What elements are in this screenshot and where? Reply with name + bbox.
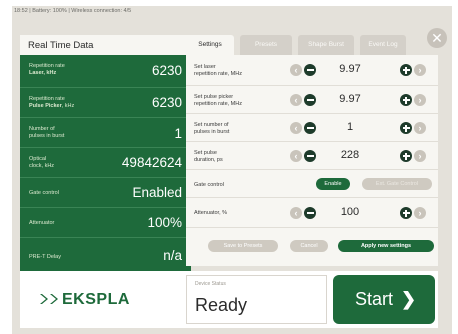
real-time-data-header: Real Time Data bbox=[20, 35, 191, 55]
row-value: 49842624 bbox=[121, 155, 182, 170]
tab-presets[interactable]: Presets bbox=[240, 35, 292, 55]
decrease-button[interactable] bbox=[304, 150, 316, 162]
start-button[interactable]: Start ❯ bbox=[333, 275, 435, 324]
step-forward-icon[interactable]: › bbox=[414, 94, 426, 106]
step-back-icon[interactable]: ‹ bbox=[290, 94, 302, 106]
row-value: 6230 bbox=[151, 63, 182, 78]
increase-button[interactable] bbox=[400, 207, 412, 219]
data-row-pulses-in-burst: Number of pulses in burst 1 bbox=[20, 117, 191, 148]
settings-actions: Save to Presets Cancel Apply new setting… bbox=[186, 227, 438, 267]
start-label: Start bbox=[355, 289, 394, 309]
cancel-button[interactable]: Cancel bbox=[290, 240, 328, 252]
row-value: 100% bbox=[147, 215, 182, 230]
row-value: 6230 bbox=[151, 95, 182, 110]
data-row-optical-clock: Optical clock, kHz 49842624 bbox=[20, 147, 191, 178]
setting-row-attenuator: Attenuator, % ‹ 100 › bbox=[186, 197, 438, 228]
chevron-right-icon: ❯ bbox=[401, 289, 417, 309]
row-label: PRE-T Delay bbox=[29, 254, 61, 260]
device-status-value: Ready bbox=[195, 295, 248, 315]
step-back-icon[interactable]: ‹ bbox=[290, 150, 302, 162]
data-row-gate-control: Gate control Enabled bbox=[20, 177, 191, 208]
setting-value[interactable]: 1 bbox=[330, 121, 370, 133]
real-time-data-panel: Real Time Data Repetition rate Laser, kHz… bbox=[20, 35, 191, 277]
bottom-bar: EKSPLA Device Status Ready Start ❯ bbox=[20, 271, 438, 328]
logo-text: EKSPLA bbox=[62, 291, 130, 308]
step-forward-icon[interactable]: › bbox=[414, 150, 426, 162]
data-row-attenuator: Attenuator 100% bbox=[20, 207, 191, 238]
ext-gate-control-button[interactable]: Ext. Gate Control bbox=[362, 178, 432, 190]
setting-row-pulse-picker-rate: Set pulse picker repetition rate, MHz ‹ 9… bbox=[186, 85, 438, 114]
row-label: Attenuator bbox=[29, 220, 55, 226]
row-label: Number of pulses in burst bbox=[29, 126, 65, 139]
save-to-presets-button[interactable]: Save to Presets bbox=[208, 240, 278, 252]
close-icon[interactable]: ✕ bbox=[427, 28, 447, 48]
setting-label: Attenuator, % bbox=[194, 210, 228, 216]
row-value: n/a bbox=[163, 248, 182, 263]
setting-row-pulses-in-burst: Set number of pulses in burst ‹ 1 › bbox=[186, 113, 438, 142]
step-back-icon[interactable]: ‹ bbox=[290, 207, 302, 219]
logo-mark-icon bbox=[40, 294, 58, 304]
setting-row-gate-control: Gate control Enable Ext. Gate Control bbox=[186, 169, 438, 198]
decrease-button[interactable] bbox=[304, 122, 316, 134]
decrease-button[interactable] bbox=[304, 94, 316, 106]
row-label: Gate control bbox=[29, 190, 59, 196]
row-label: Optical clock, kHz bbox=[29, 156, 55, 169]
step-forward-icon[interactable]: › bbox=[414, 207, 426, 219]
setting-value[interactable]: 9.97 bbox=[330, 63, 370, 75]
setting-label: Set pulse picker repetition rate, MHz bbox=[194, 94, 242, 107]
step-back-icon[interactable]: ‹ bbox=[290, 64, 302, 76]
enable-button[interactable]: Enable bbox=[316, 178, 350, 190]
row-value: Enabled bbox=[132, 185, 182, 200]
apply-new-settings-button[interactable]: Apply new settings bbox=[338, 240, 434, 252]
tab-bar: Settings Presets Shape Burst Event Log bbox=[186, 35, 438, 55]
increase-button[interactable] bbox=[400, 94, 412, 106]
tab-shape-burst[interactable]: Shape Burst bbox=[298, 35, 354, 55]
increase-button[interactable] bbox=[400, 150, 412, 162]
decrease-button[interactable] bbox=[304, 64, 316, 76]
row-label: Repetition rate Pulse Picker, kHz bbox=[29, 96, 75, 109]
step-forward-icon[interactable]: › bbox=[414, 64, 426, 76]
data-row-laser-rate: Repetition rate Laser, kHz 6230 bbox=[20, 55, 191, 87]
step-forward-icon[interactable]: › bbox=[414, 122, 426, 134]
data-row-pulse-picker-rate: Repetition rate Pulse Picker, kHz 6230 bbox=[20, 87, 191, 118]
device-status-box: Device Status Ready bbox=[186, 275, 327, 324]
tab-event-log[interactable]: Event Log bbox=[360, 35, 406, 55]
decrease-button[interactable] bbox=[304, 207, 316, 219]
system-status-bar: 18:52 | Battery: 100% | Wireless connect… bbox=[14, 8, 132, 14]
device-status-caption: Device Status bbox=[195, 281, 226, 287]
setting-value[interactable]: 228 bbox=[330, 149, 370, 161]
setting-row-pulse-duration: Set pulse duration, ps ‹ 228 › bbox=[186, 141, 438, 170]
settings-panel: Set laser repetition rate, MHz ‹ 9.97 › S… bbox=[186, 55, 438, 266]
setting-label: Set laser repetition rate, MHz bbox=[194, 64, 242, 77]
row-value: 1 bbox=[174, 126, 182, 141]
setting-value[interactable]: 100 bbox=[330, 206, 370, 218]
setting-label: Gate control bbox=[194, 182, 224, 188]
increase-button[interactable] bbox=[400, 122, 412, 134]
setting-value[interactable]: 9.97 bbox=[330, 93, 370, 105]
increase-button[interactable] bbox=[400, 64, 412, 76]
panel-title: Real Time Data bbox=[28, 40, 94, 51]
step-back-icon[interactable]: ‹ bbox=[290, 122, 302, 134]
tab-settings[interactable]: Settings bbox=[186, 35, 234, 55]
setting-label: Set pulse duration, ps bbox=[194, 150, 223, 163]
row-label: Repetition rate Laser, kHz bbox=[29, 63, 65, 76]
setting-row-laser-rate: Set laser repetition rate, MHz ‹ 9.97 › bbox=[186, 55, 438, 85]
setting-label: Set number of pulses in burst bbox=[194, 122, 230, 135]
